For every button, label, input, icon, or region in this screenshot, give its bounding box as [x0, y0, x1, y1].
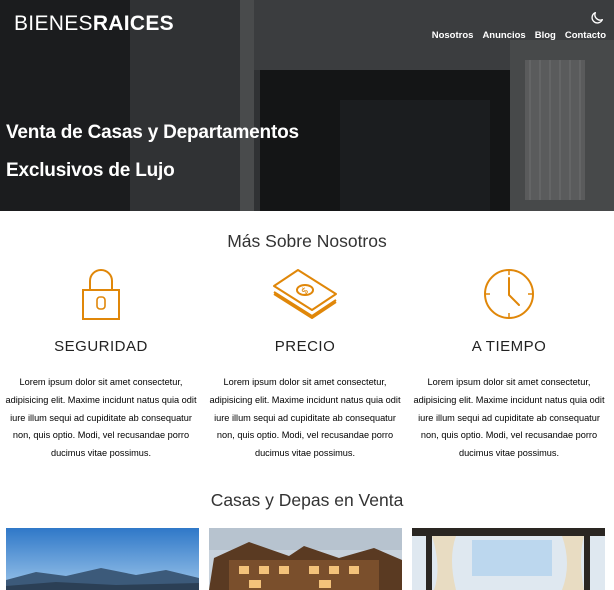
- about-title: Más Sobre Nosotros: [227, 231, 387, 251]
- nav-contacto[interactable]: Contacto: [565, 30, 606, 41]
- feature-price-title: PRECIO: [274, 338, 336, 355]
- feature-security-title: SEGURIDAD: [54, 338, 148, 355]
- hero-title: Venta de Casas y Departamentos Exclusivo…: [6, 114, 299, 190]
- feature-time: A TIEMPO Lorem ipsum dolor sit amet cons…: [409, 268, 609, 463]
- hero: BIENESRAICES Nosotros Anuncios Blog Cont…: [0, 0, 614, 211]
- listing-image-3[interactable]: [412, 528, 605, 590]
- feature-time-title: A TIEMPO: [471, 338, 547, 355]
- pergola-image: [412, 528, 605, 590]
- feature-price: $ PRECIO Lorem ipsum dolor sit amet cons…: [205, 268, 405, 463]
- nav-nosotros[interactable]: Nosotros: [432, 30, 474, 41]
- hero-title-line1: Venta de Casas y Departamentos: [6, 122, 299, 143]
- main-nav: Nosotros Anuncios Blog Contacto: [432, 30, 606, 41]
- mountain-house-image: [6, 528, 199, 590]
- listing-image-2[interactable]: [209, 528, 402, 590]
- feature-time-text: Lorem ipsum dolor sit amet consectetur, …: [413, 377, 605, 459]
- svg-text:$: $: [299, 285, 310, 298]
- logo-bold: RAICES: [92, 12, 174, 35]
- listing-image-1[interactable]: [6, 528, 199, 590]
- lock-icon: [82, 269, 120, 320]
- clock-icon: [484, 269, 534, 319]
- hero-title-line2: Exclusivos de Lujo: [6, 160, 175, 181]
- feature-security: SEGURIDAD Lorem ipsum dolor sit amet con…: [1, 268, 201, 463]
- nav-blog[interactable]: Blog: [535, 30, 556, 41]
- feature-price-text: Lorem ipsum dolor sit amet consectetur, …: [209, 377, 401, 459]
- logo-light: BIENES: [14, 12, 93, 35]
- nav-anuncios[interactable]: Anuncios: [482, 30, 525, 41]
- feature-security-text: Lorem ipsum dolor sit amet consectetur, …: [5, 377, 197, 459]
- listings-title: Casas y Depas en Venta: [210, 490, 404, 510]
- money-icon: $: [273, 269, 337, 319]
- lodge-image: [209, 528, 402, 590]
- logo[interactable]: BIENESRAICES: [14, 12, 174, 36]
- moon-icon[interactable]: [589, 10, 605, 26]
